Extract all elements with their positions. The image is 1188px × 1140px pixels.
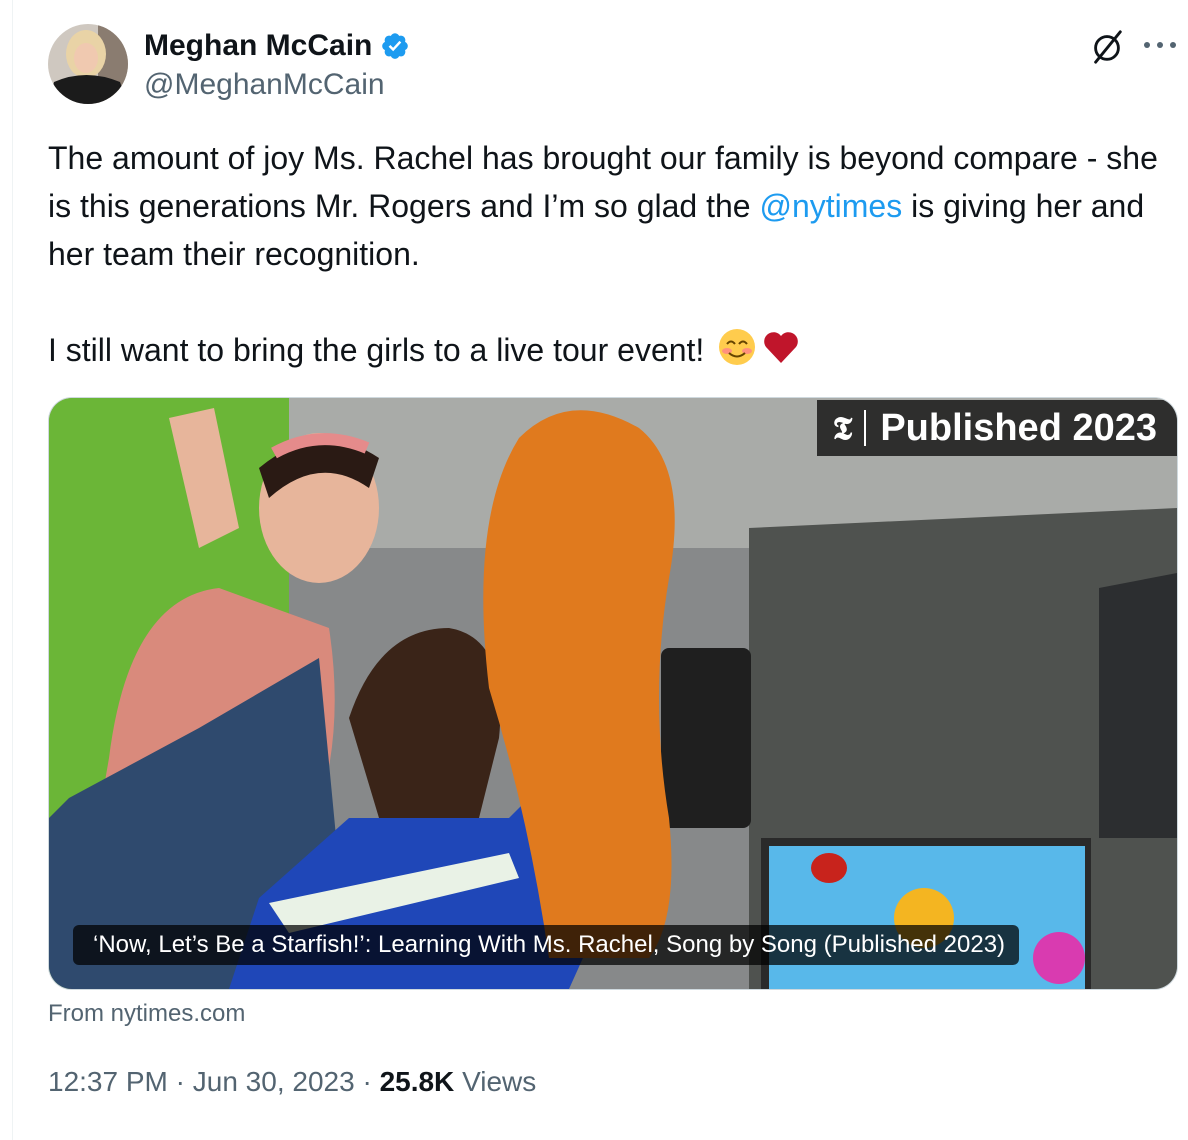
views-count[interactable]: 25.8K <box>380 1066 455 1097</box>
tweet-text: The amount of joy Ms. Rachel has brought… <box>48 134 1178 374</box>
handle[interactable]: @MeghanMcCain <box>144 68 385 102</box>
display-name[interactable]: Meghan McCain <box>144 29 372 63</box>
nyt-logo: 𝕿 <box>832 408 853 447</box>
timeline-divider <box>12 0 13 1140</box>
mention-link[interactable]: @nytimes <box>759 188 902 224</box>
nyt-badge: 𝕿 Published 2023 <box>816 400 1177 456</box>
tweet-header: Meghan McCain @MeghanMcCain <box>48 24 1178 106</box>
meta-separator: · <box>362 1066 372 1097</box>
card-source[interactable]: From nytimes.com <box>48 1000 245 1028</box>
tweet-paragraph-2: I still want to bring the girls to a liv… <box>48 326 1178 374</box>
tweet-text-line-2: I still want to bring the girls to a liv… <box>48 332 705 368</box>
tweet-date[interactable]: Jun 30, 2023 <box>193 1066 355 1097</box>
tweet-paragraph-1: The amount of joy Ms. Rachel has brought… <box>48 134 1178 278</box>
tweet-time[interactable]: 12:37 PM <box>48 1066 168 1097</box>
card-title[interactable]: ‘Now, Let’s Be a Starfish!’: Learning Wi… <box>73 925 1020 965</box>
article-photo <box>49 398 1177 989</box>
more-icon[interactable] <box>1142 38 1178 52</box>
smiling-face-emoji-icon <box>719 329 756 365</box>
views-label: Views <box>462 1066 537 1097</box>
link-card[interactable]: 𝕿 Published 2023 ‘Now, Let’s Be a Starfi… <box>48 397 1178 990</box>
avatar[interactable] <box>48 24 128 104</box>
badge-separator <box>864 410 867 446</box>
badge-text: Published 2023 <box>880 406 1157 449</box>
name-row: Meghan McCain <box>144 26 410 66</box>
red-heart-emoji-icon <box>764 332 799 363</box>
meta-separator: · <box>175 1066 185 1097</box>
verified-badge-icon <box>382 33 409 59</box>
grok-icon[interactable] <box>1088 28 1126 66</box>
tweet-meta: 12:37 PM · Jun 30, 2023 · 25.8K Views <box>48 1066 536 1098</box>
